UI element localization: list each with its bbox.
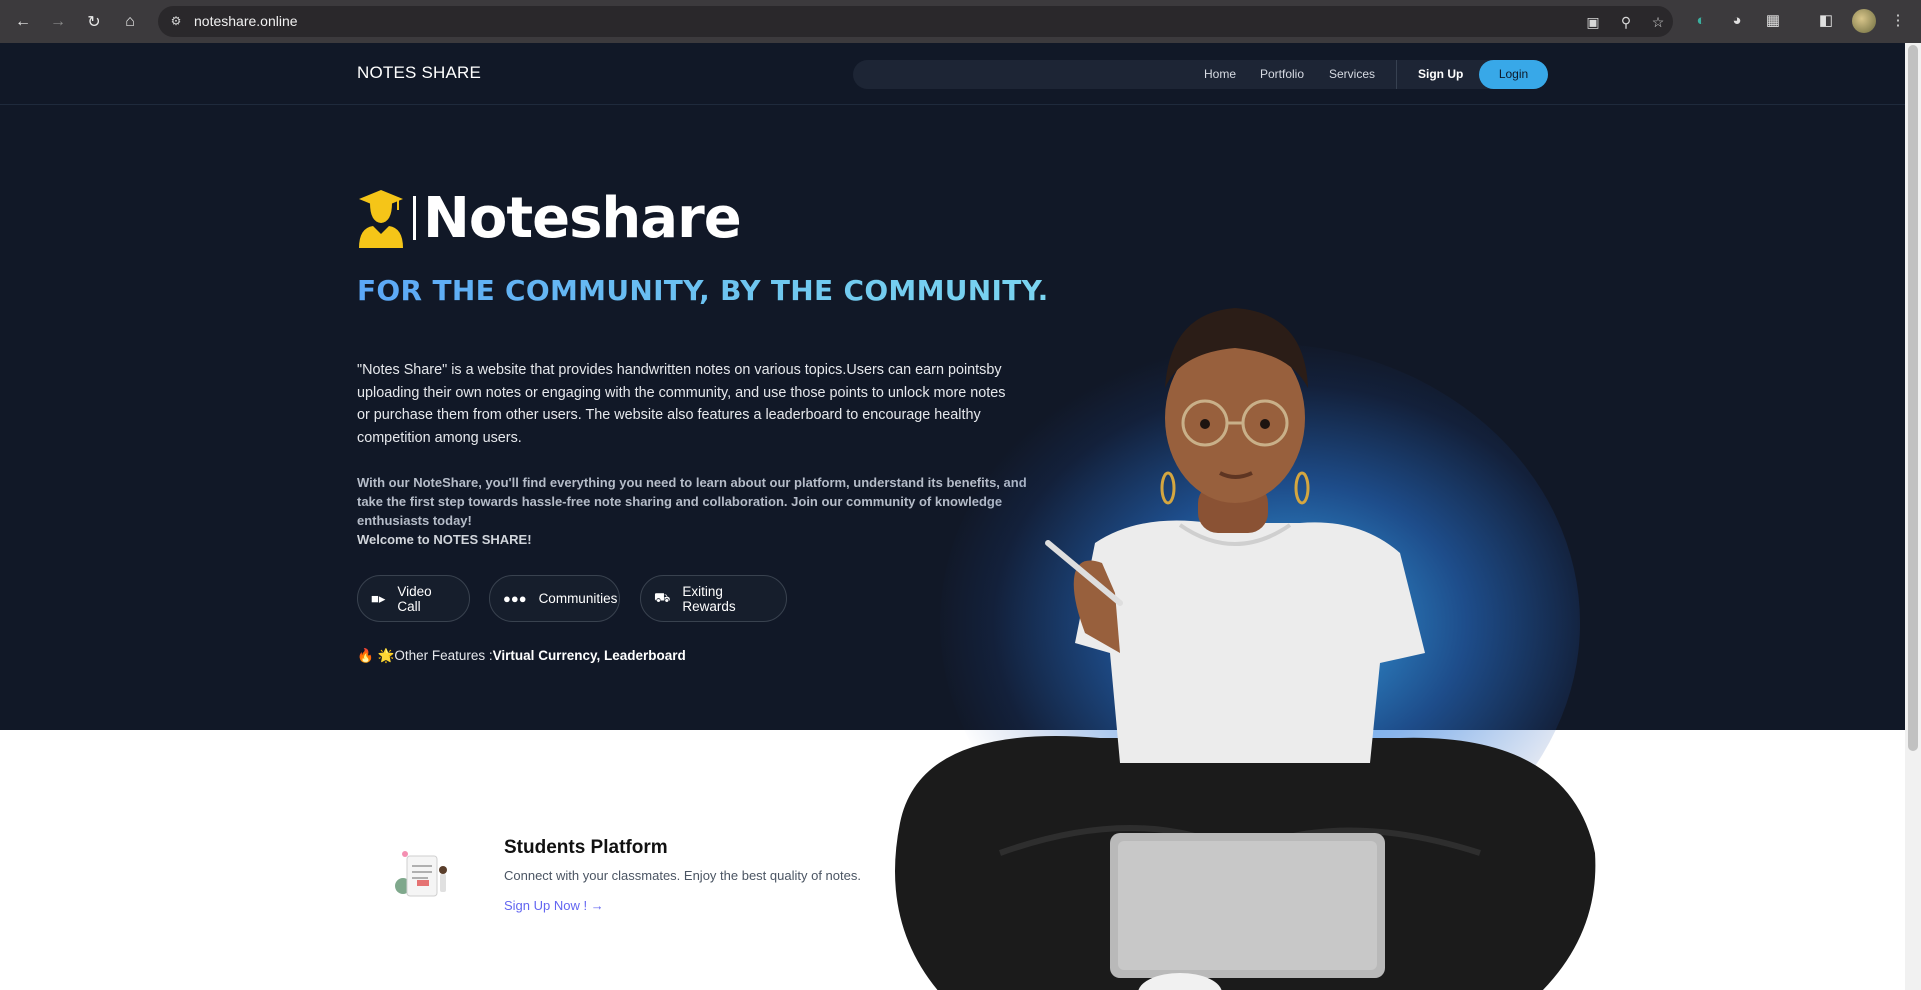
brand-name[interactable]: NOTES SHARE <box>357 63 481 83</box>
profile-avatar[interactable] <box>1852 9 1876 33</box>
login-button[interactable]: Login <box>1479 60 1548 89</box>
logo-text: Noteshare <box>423 186 742 251</box>
url-text: noteshare.online <box>194 13 298 29</box>
student-illustration <box>895 308 1596 990</box>
video-call-label: Video Call <box>397 583 432 614</box>
rewards-label: Exiting Rewards <box>682 583 736 614</box>
top-navbar: NOTES SHARE Home Portfolio Services Sign… <box>0 43 1905 105</box>
browser-toolbar: ← → ↻ ⌂ ⚙ noteshare.online ▣ ⚲ ☆ ◐ ◕ ▦ ◧… <box>0 0 1921 43</box>
other-features-list: Virtual Currency, Leaderboard <box>492 648 686 663</box>
bookmark-star-icon[interactable]: ☆ <box>1648 12 1668 32</box>
extensions-puzzle-icon[interactable]: ▦ <box>1762 10 1784 32</box>
platform-title: Students Platform <box>504 837 668 858</box>
signup-link[interactable]: Sign Up <box>1418 67 1463 81</box>
logo-divider <box>413 196 416 240</box>
notes-illustration <box>395 851 447 897</box>
video-call-button[interactable]: ■▸ Video Call <box>357 575 470 622</box>
users-icon: ●●● <box>503 591 527 606</box>
other-features: 🔥 🌟Other Features :Virtual Currency, Lea… <box>357 648 686 664</box>
extension-gauge-icon[interactable]: ◕ <box>1726 10 1748 32</box>
trophy-icon: ⛟ <box>654 589 671 605</box>
graduate-icon <box>359 190 403 248</box>
communities-label: Communities <box>538 591 618 606</box>
address-bar[interactable]: ⚙ noteshare.online ▣ ⚲ ☆ <box>158 6 1673 37</box>
install-app-icon[interactable]: ▣ <box>1583 12 1603 32</box>
video-camera-icon: ■▸ <box>371 590 386 606</box>
nav-link-services[interactable]: Services <box>1329 67 1375 81</box>
webpage: NOTES SHARE Home Portfolio Services Sign… <box>0 43 1905 990</box>
extension-icon[interactable]: ◐ <box>1690 10 1712 32</box>
side-panel-icon[interactable]: ◧ <box>1815 10 1837 32</box>
communities-button[interactable]: ●●● Communities <box>489 575 620 622</box>
nav-link-portfolio[interactable]: Portfolio <box>1260 67 1304 81</box>
back-icon[interactable]: ← <box>10 9 36 35</box>
home-icon[interactable]: ⌂ <box>117 9 143 35</box>
forward-icon[interactable]: → <box>45 9 71 35</box>
reload-icon[interactable]: ↻ <box>81 9 107 35</box>
zoom-icon[interactable]: ⚲ <box>1616 12 1636 32</box>
other-features-prefix: 🔥 🌟Other Features : <box>357 648 493 663</box>
page-scrollbar[interactable] <box>1905 43 1921 990</box>
scrollbar-thumb[interactable] <box>1908 45 1918 751</box>
site-info-icon[interactable]: ⚙ <box>168 13 184 29</box>
nav-menu: Home Portfolio Services Sign Up <box>853 60 1548 89</box>
rewards-button[interactable]: ⛟ Exiting Rewards <box>640 575 787 622</box>
nav-link-home[interactable]: Home <box>1204 67 1236 81</box>
nav-divider <box>1396 60 1397 89</box>
menu-kebab-icon[interactable]: ⋮ <box>1887 10 1909 32</box>
signup-now-link[interactable]: Sign Up Now ! → <box>504 898 604 913</box>
platform-subtitle: Connect with your classmates. Enjoy the … <box>504 868 861 883</box>
